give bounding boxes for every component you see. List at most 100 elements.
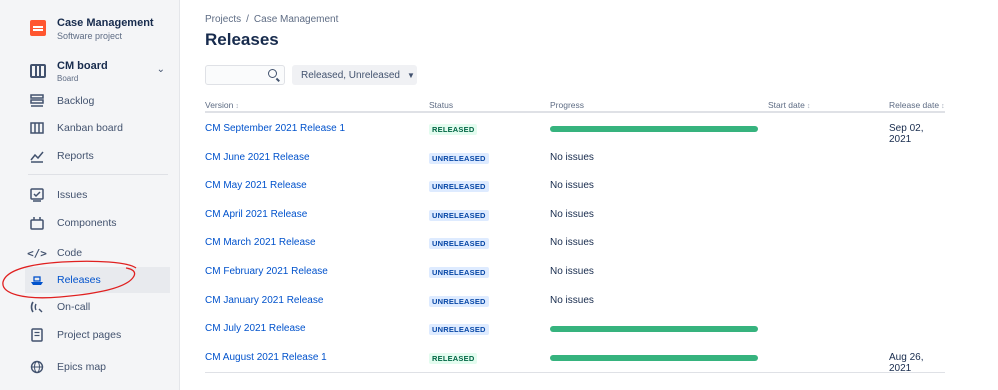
reports-icon — [28, 148, 46, 164]
table-bottom-border — [205, 372, 945, 373]
version-link[interactable]: CM May 2021 Release — [205, 180, 307, 191]
board-subtitle: Board — [57, 74, 79, 83]
page-title: Releases — [205, 30, 279, 49]
status-badge: UNRELEASED — [429, 267, 489, 278]
status-badge: UNRELEASED — [429, 238, 489, 250]
column-header-start-date[interactable]: Start date ↕ — [768, 100, 810, 110]
sort-icon: ↕ — [941, 103, 945, 110]
board-selector[interactable]: CM board Board ⌄ — [30, 60, 170, 84]
breadcrumb-separator: / — [246, 14, 249, 25]
status-filter-dropdown[interactable]: Released, Unreleased ▼ — [292, 65, 417, 85]
version-link[interactable]: CM February 2021 Release — [205, 266, 328, 277]
status-filter-label: Released, Unreleased — [301, 69, 400, 81]
releases-main: Projects / Case Management Releases Releas… — [205, 0, 998, 390]
chevron-down-icon: ▼ — [406, 70, 415, 80]
epics-map-icon — [28, 359, 46, 375]
sidebar-item-components[interactable]: Components — [28, 210, 173, 236]
table-row: CM February 2021 Release UNRELEASED No iss… — [205, 258, 945, 286]
code-icon: </> — [27, 246, 47, 260]
chevron-down-icon[interactable]: ⌄ — [157, 64, 165, 75]
column-header-progress: Progress — [550, 100, 585, 110]
progress-bar — [550, 126, 758, 132]
status-badge: UNRELEASED — [429, 209, 489, 221]
breadcrumb: Projects / Case Management — [205, 14, 338, 25]
table-row: CM August 2021 Release 1 RELEASED Aug 26, … — [205, 344, 945, 374]
status-badge: RELEASED — [429, 352, 478, 364]
sidebar-item-label: On-call — [57, 301, 91, 313]
version-link[interactable]: CM August 2021 Release 1 — [205, 352, 327, 363]
status-badge: UNRELEASED — [429, 152, 489, 164]
sidebar-item-epics-map[interactable]: Epics map — [28, 354, 173, 380]
progress-text: No issues — [550, 208, 594, 220]
progress-text: No issues — [550, 266, 594, 277]
sidebar-item-label: Project pages — [57, 329, 122, 341]
sort-icon: ↕ — [235, 103, 239, 110]
sidebar-item-code[interactable]: </> Code — [27, 240, 173, 266]
progress-text: No issues — [550, 294, 594, 306]
project-header[interactable]: Case Management Software project — [30, 17, 154, 42]
table-row: CM July 2021 Release UNRELEASED — [205, 315, 945, 343]
sidebar-item-project-pages[interactable]: Project pages — [28, 322, 173, 348]
release-date: Aug 26, 2021 — [889, 351, 924, 374]
table-row: CM May 2021 Release UNRELEASED No issues — [205, 172, 945, 200]
board-name: CM board — [57, 60, 108, 72]
status-badge: RELEASED — [429, 124, 478, 135]
version-link[interactable]: CM January 2021 Release — [205, 295, 323, 306]
sidebar-item-label: Epics map — [57, 361, 107, 373]
table-row: CM March 2021 Release UNRELEASED No issues — [205, 229, 945, 257]
status-badge: UNRELEASED — [429, 181, 489, 193]
sidebar-item-backlog[interactable]: Backlog — [28, 88, 173, 114]
on-call-icon — [28, 299, 46, 315]
sidebar-item-reports[interactable]: Reports — [28, 143, 173, 169]
column-header-status: Status — [429, 100, 454, 110]
sidebar-item-kanban-board[interactable]: Kanban board — [28, 115, 173, 141]
progress-text: No issues — [550, 151, 594, 163]
sidebar-divider — [28, 174, 168, 175]
sidebar-item-label: Backlog — [57, 95, 95, 107]
project-logo-icon — [30, 20, 46, 36]
breadcrumb-case-management[interactable]: Case Management — [254, 14, 339, 25]
sidebar-item-label: Kanban board — [57, 122, 123, 134]
releases-icon — [28, 272, 46, 288]
progress-bar — [550, 326, 758, 333]
table-row: CM September 2021 Release 1 RELEASED Sep 0… — [205, 115, 945, 145]
kanban-icon — [28, 120, 46, 136]
progress-bar — [550, 354, 758, 361]
sidebar-item-label: Reports — [57, 150, 94, 162]
table-row: CM April 2021 Release UNRELEASED No issues — [205, 201, 945, 229]
table-row: CM June 2021 Release UNRELEASED No issues — [205, 144, 945, 172]
backlog-icon — [28, 93, 46, 109]
sort-icon: ↕ — [806, 103, 811, 110]
version-link[interactable]: CM April 2021 Release — [205, 209, 307, 220]
pages-icon — [28, 327, 46, 343]
table-row: CM January 2021 Release UNRELEASED No issu… — [205, 287, 945, 315]
version-link[interactable]: CM March 2021 Release — [205, 237, 316, 248]
search-icon — [268, 69, 277, 78]
breadcrumb-projects[interactable]: Projects — [205, 14, 241, 25]
sidebar-item-label: Releases — [57, 274, 101, 286]
project-sidebar: Case Management Software project CM boar… — [0, 0, 180, 390]
sidebar-item-label: Components — [57, 217, 117, 229]
sidebar-item-issues[interactable]: Issues — [28, 182, 173, 208]
sidebar-item-releases[interactable]: Releases — [25, 267, 170, 293]
project-name: Case Management — [57, 17, 154, 29]
version-link[interactable]: CM September 2021 Release 1 — [205, 123, 345, 134]
column-header-version[interactable]: Version ↕ — [205, 100, 239, 110]
status-badge: UNRELEASED — [429, 295, 489, 307]
version-link[interactable]: CM July 2021 Release — [205, 323, 306, 334]
issues-icon — [28, 187, 46, 203]
project-type: Software project — [57, 31, 123, 41]
column-header-release-date[interactable]: Release date ↕ — [889, 100, 945, 110]
progress-text: No issues — [550, 180, 594, 192]
status-badge: UNRELEASED — [429, 324, 489, 336]
release-date: Sep 02, 2021 — [889, 123, 924, 145]
search-input[interactable] — [205, 65, 285, 85]
sidebar-item-label: Code — [57, 247, 83, 259]
table-header: Version ↕ Status Progress Start date ↕ Rel… — [205, 96, 945, 113]
version-link[interactable]: CM June 2021 Release — [205, 152, 310, 163]
components-icon — [28, 215, 46, 231]
progress-text: No issues — [550, 237, 594, 249]
sidebar-item-label: Issues — [57, 189, 88, 201]
sidebar-item-on-call[interactable]: On-call — [28, 294, 173, 320]
board-icon — [30, 64, 46, 78]
